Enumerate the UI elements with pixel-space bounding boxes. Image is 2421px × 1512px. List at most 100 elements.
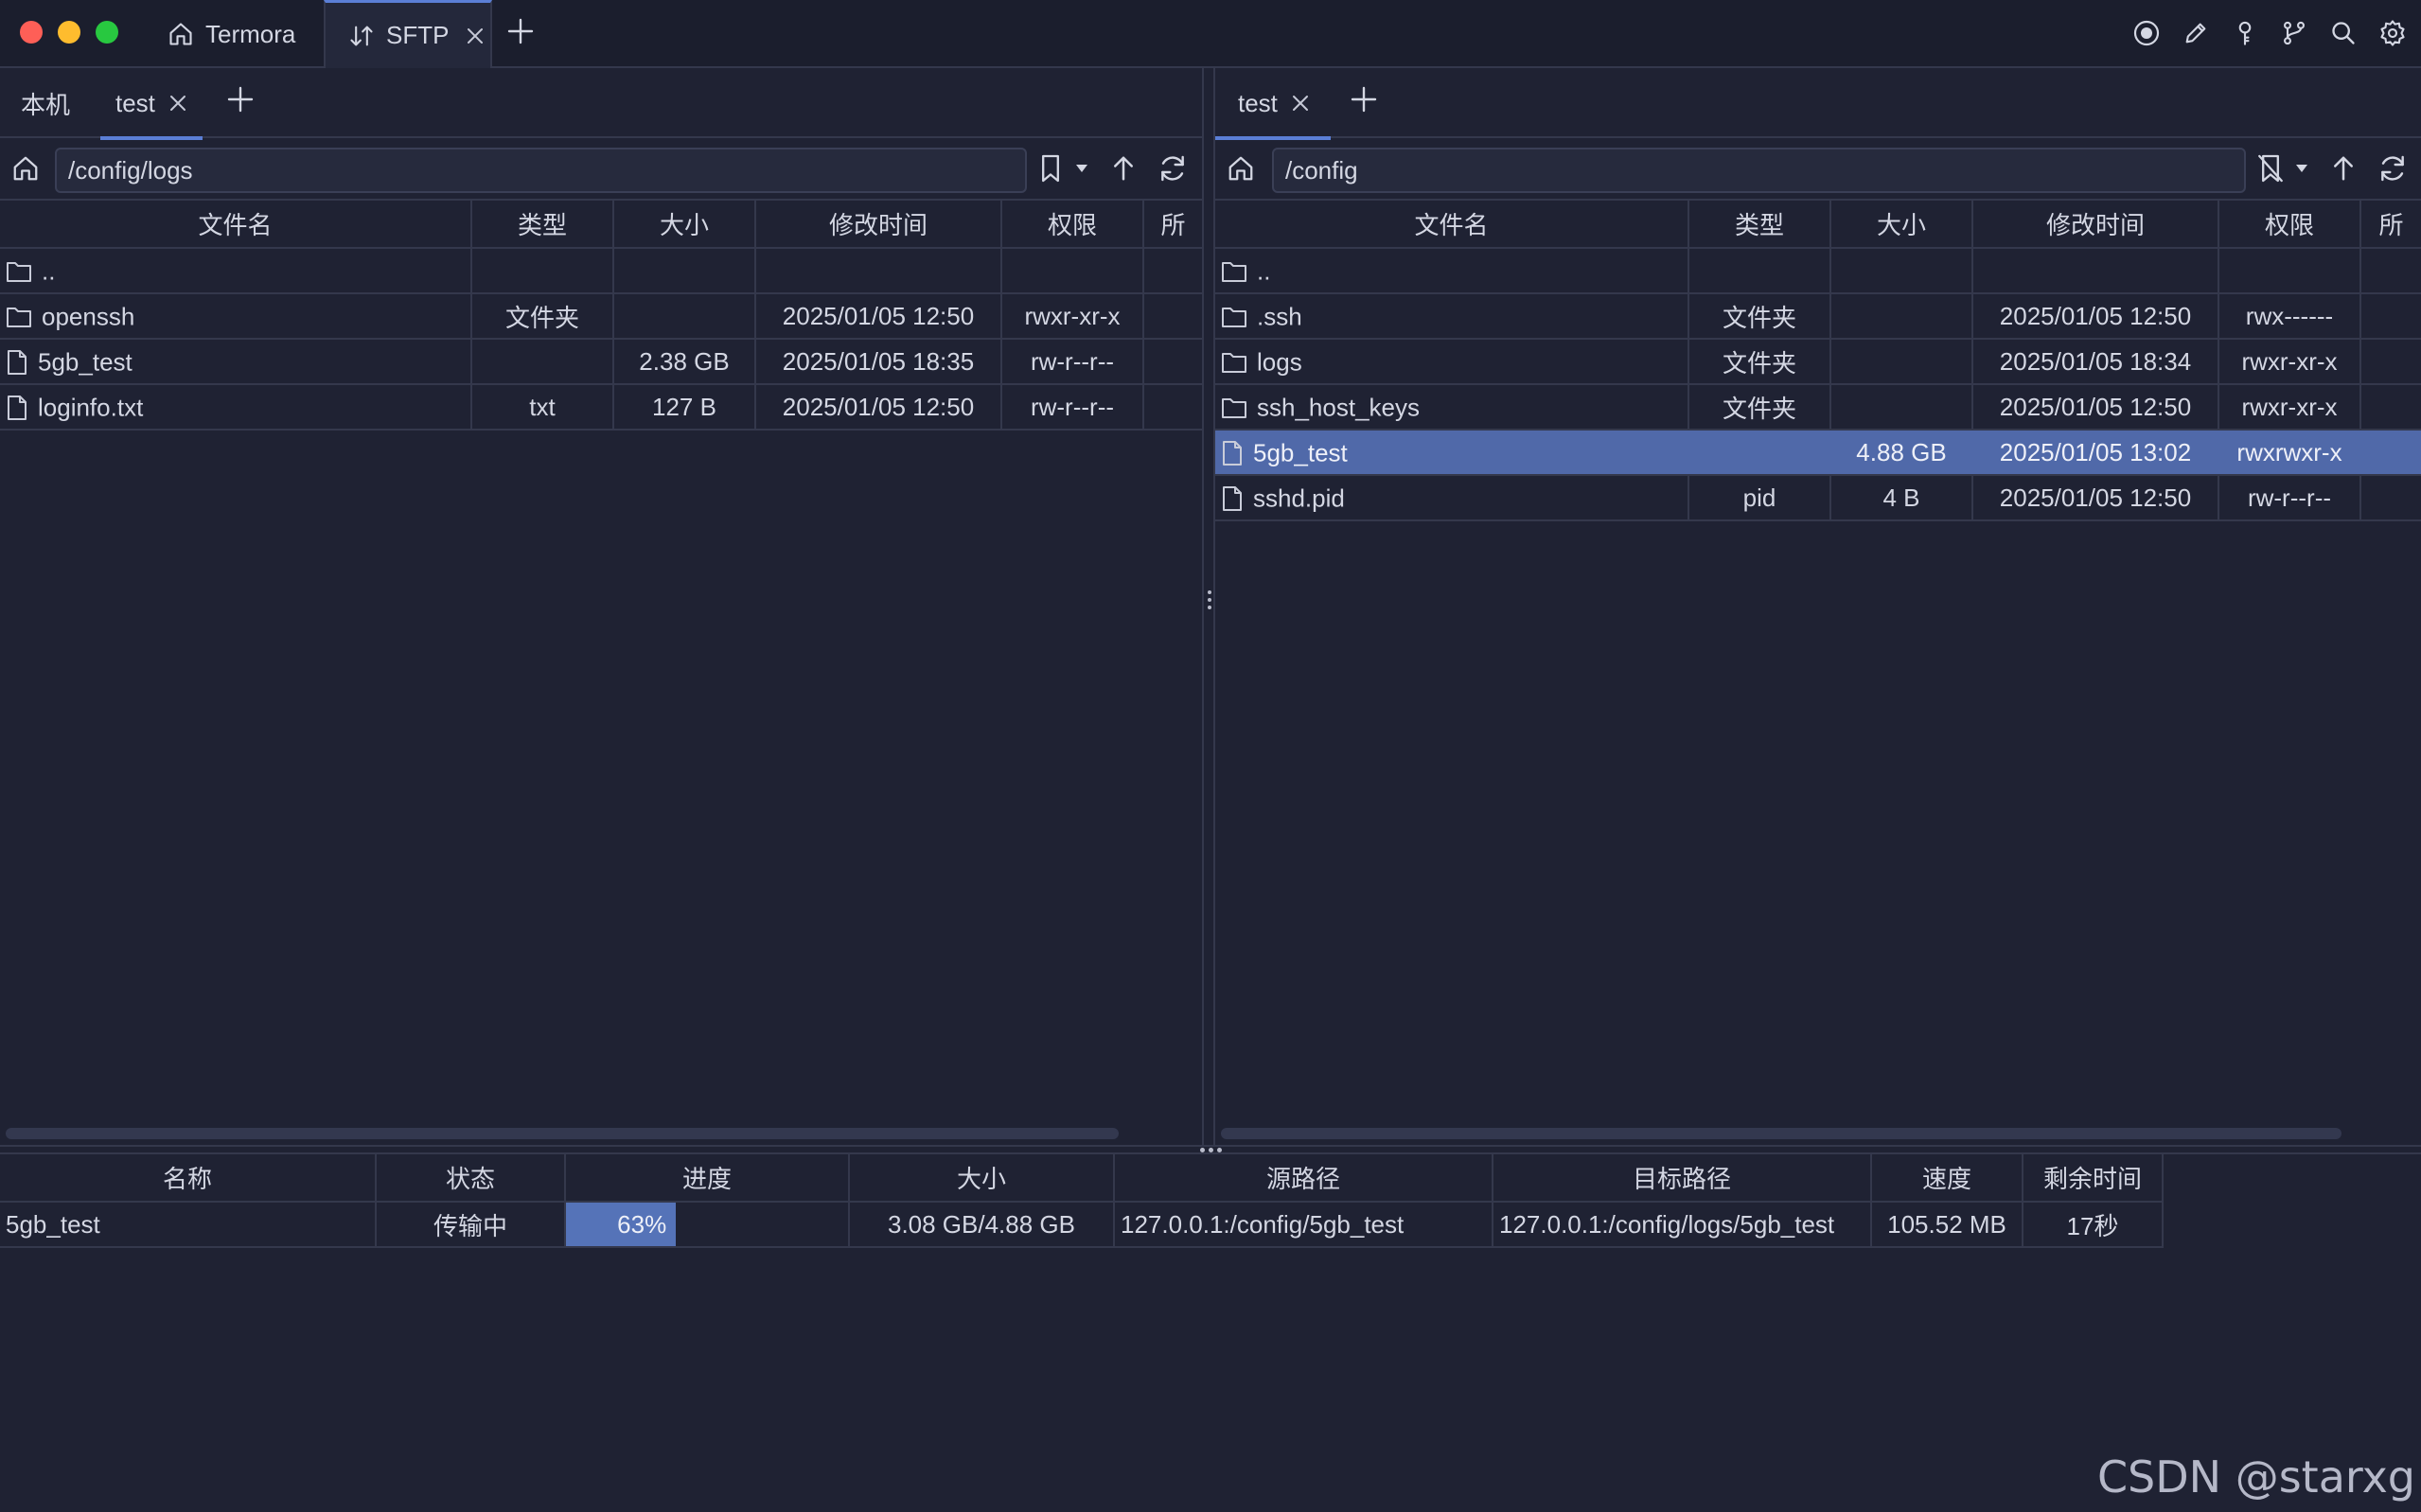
column-header-name[interactable]: 名称 [0,1154,377,1203]
minimize-window-button[interactable] [58,21,80,44]
home-icon [168,21,194,47]
column-header-remaining[interactable]: 剩余时间 [2023,1154,2164,1203]
file-name-cell: sshd.pid [1215,475,1689,521]
close-icon[interactable] [1291,94,1310,113]
arrow-up-icon[interactable] [2329,153,2358,184]
folder-icon [1221,396,1247,420]
file-row[interactable]: .. [0,248,1202,294]
tab-sftp[interactable]: SFTP [324,0,492,68]
column-header-modified[interactable]: 修改时间 [1972,201,2219,249]
horizontal-scrollbar[interactable] [6,1128,1119,1139]
bookmark-icon[interactable] [1038,153,1063,184]
table-header-row: 文件名 类型 大小 修改时间 权限 所 [0,201,1202,249]
file-row[interactable]: ssh_host_keys 文件夹 2025/01/05 12:50 rwxr-xr-… [1215,384,2421,431]
chevron-down-icon[interactable] [1075,164,1088,173]
column-header-name[interactable]: 文件名 [0,201,472,249]
horizontal-scrollbar[interactable] [1221,1128,2341,1139]
file-row[interactable]: logs 文件夹 2025/01/05 18:34 rwxr-xr-x [1215,339,2421,385]
column-header-status[interactable]: 状态 [376,1154,566,1203]
arrow-up-icon[interactable] [1109,153,1138,184]
file-type-cell [471,339,614,385]
file-row[interactable]: .ssh 文件夹 2025/01/05 12:50 rwx------ [1215,293,2421,340]
file-size-cell [1830,339,1973,385]
file-size-cell: 127 B [613,384,756,431]
column-header-size[interactable]: 大小 [849,1154,1115,1203]
column-header-size[interactable]: 大小 [1830,201,1973,249]
refresh-icon[interactable] [2377,153,2409,184]
add-session-button[interactable] [226,85,255,114]
transfer-row[interactable]: 5gb_test 传输中 63% 3.08 GB/4.88 GB 127.0.0.1:/… [0,1202,2164,1248]
home-icon[interactable] [11,154,40,183]
home-icon[interactable] [1227,154,1255,183]
column-header-modified[interactable]: 修改时间 [755,201,1002,249]
close-icon[interactable] [466,26,485,45]
file-permissions-cell: rwx------ [2218,293,2361,340]
chevron-down-icon[interactable] [2295,164,2308,173]
pencil-icon[interactable] [2181,17,2211,49]
path-input[interactable]: /config [1272,148,2246,193]
column-header-type[interactable]: 类型 [1688,201,1831,249]
file-row[interactable]: loginfo.txt txt 127 B 2025/01/05 12:50 rw-r-… [0,384,1202,431]
column-header-owner[interactable]: 所 [1143,201,1202,249]
column-header-progress[interactable]: 进度 [565,1154,850,1203]
file-modified-cell [755,248,1002,294]
refresh-icon[interactable] [1157,153,1189,184]
add-session-button[interactable] [1350,85,1378,114]
column-header-type[interactable]: 类型 [471,201,614,249]
column-header-owner[interactable]: 所 [2360,201,2421,249]
close-window-button[interactable] [20,21,43,44]
column-header-source-path[interactable]: 源路径 [1114,1154,1493,1203]
column-header-permissions[interactable]: 权限 [2218,201,2361,249]
file-name-cell: .. [1215,248,1689,294]
file-icon [6,395,28,421]
file-type-cell: 文件夹 [1688,339,1831,385]
left-path-bar: /config/logs [0,138,1202,201]
file-row[interactable]: openssh 文件夹 2025/01/05 12:50 rwxr-xr-x [0,293,1202,340]
zoom-window-button[interactable] [96,21,118,44]
path-input[interactable]: /config/logs [55,148,1027,193]
file-row[interactable]: .. [1215,248,2421,294]
bookmark-off-icon[interactable] [2258,153,2283,184]
tab-test[interactable]: test [100,68,203,140]
column-header-target-path[interactable]: 目标路径 [1493,1154,1872,1203]
table-header-row: 名称 状态 进度 大小 源路径 目标路径 速度 剩余时间 [0,1154,2164,1203]
new-tab-button[interactable] [506,17,535,45]
tab-local[interactable]: 本机 [21,68,70,138]
folder-icon [6,305,32,329]
file-row[interactable]: 5gb_test 2.38 GB 2025/01/05 18:35 rw-r--r-- [0,339,1202,385]
branch-icon[interactable] [2279,17,2309,49]
file-permissions-cell: rw-r--r-- [1001,384,1144,431]
file-type-cell: pid [1688,475,1831,521]
transfer-splitter[interactable] [0,1145,2421,1154]
tab-termora[interactable]: Termora [145,0,325,68]
file-modified-cell: 2025/01/05 18:34 [1972,339,2219,385]
file-icon [1221,485,1244,512]
file-permissions-cell [2218,248,2361,294]
file-row[interactable]: sshd.pid pid 4 B 2025/01/05 12:50 rw-r--r-- [1215,475,2421,521]
search-icon[interactable] [2328,17,2359,49]
column-header-speed[interactable]: 速度 [1871,1154,2023,1203]
file-type-cell: 文件夹 [471,293,614,340]
progress-label: 63% [617,1210,667,1239]
transfer-table: 名称 状态 进度 大小 源路径 目标路径 速度 剩余时间 5gb_test 传输中… [0,1154,2164,1248]
tab-test[interactable]: test [1215,68,1331,140]
file-size-cell [613,293,756,340]
file-type-cell: 文件夹 [1688,384,1831,431]
pane-splitter[interactable] [1202,68,1215,1145]
key-icon[interactable] [2230,17,2260,49]
column-header-size[interactable]: 大小 [613,201,756,249]
file-row[interactable]: 5gb_test 4.88 GB 2025/01/05 13:02 rwxrwxr-x [1215,430,2421,476]
file-size-cell [1830,384,1973,431]
file-name: 5gb_test [38,347,133,377]
file-size-cell: 4.88 GB [1830,430,1973,476]
column-header-permissions[interactable]: 权限 [1001,201,1144,249]
record-icon[interactable] [2131,17,2162,49]
file-table: 文件名 类型 大小 修改时间 权限 所 .. .ssh 文件夹 2025/01/05 … [1215,201,2421,521]
column-header-name[interactable]: 文件名 [1215,201,1689,249]
folder-icon [1221,305,1247,329]
file-size-cell [613,248,756,294]
file-modified-cell [1972,248,2219,294]
gear-icon[interactable] [2377,17,2408,49]
close-icon[interactable] [168,94,187,113]
file-owner-cell [1143,293,1202,340]
